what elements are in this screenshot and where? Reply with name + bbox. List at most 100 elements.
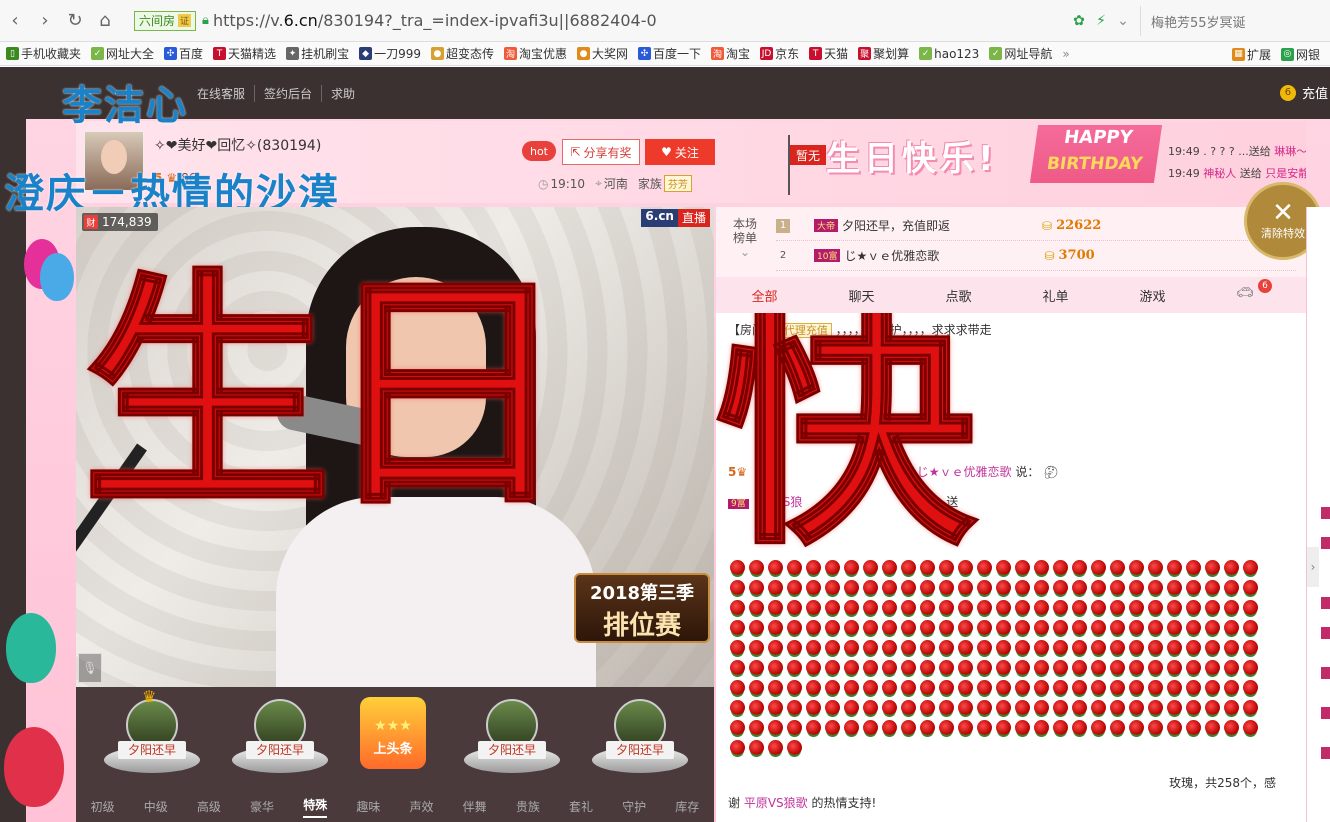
rose-icon bbox=[939, 680, 954, 695]
rose-icon bbox=[768, 680, 783, 695]
compat-icon[interactable]: ✿ bbox=[1068, 13, 1090, 29]
reload-icon[interactable]: ↻ bbox=[60, 6, 90, 36]
rose-icon bbox=[806, 660, 821, 675]
bookmark-item[interactable]: ✓ 网址大全 bbox=[91, 45, 154, 62]
rose-icon bbox=[863, 580, 878, 595]
bookmark-item[interactable]: 淘淘宝 bbox=[711, 45, 750, 62]
bookmark-item[interactable]: ✦ 挂机刷宝 bbox=[286, 45, 349, 62]
baidu-icon: ✣ bbox=[164, 47, 178, 60]
balloon-decoration bbox=[4, 727, 64, 807]
tab-song[interactable]: 点歌 bbox=[910, 286, 1007, 305]
bookmark-item[interactable]: ✓ hao123 bbox=[919, 47, 979, 61]
gift-seat[interactable]: 夕阳还早 bbox=[464, 699, 560, 779]
gift-tab[interactable]: 守护 bbox=[622, 798, 646, 815]
thanks-user[interactable]: 平原VS狼歌 bbox=[744, 796, 808, 810]
gift-tab[interactable]: 豪华 bbox=[250, 798, 274, 815]
bookmark-item[interactable]: ✣ 百度 bbox=[164, 45, 203, 62]
gift-tab[interactable]: 初级 bbox=[91, 798, 115, 815]
bookmark-item[interactable]: ● 超变态传 bbox=[430, 45, 494, 62]
site-identity-badge[interactable]: 六间房 证 bbox=[134, 10, 197, 31]
tab-game[interactable]: 游戏 bbox=[1104, 286, 1201, 305]
overlay-lyric-line1: 李洁心 bbox=[62, 83, 188, 129]
gift-tab[interactable]: 声效 bbox=[410, 798, 434, 815]
search-input[interactable]: 梅艳芳55岁冥诞 bbox=[1140, 6, 1330, 36]
tab-chat[interactable]: 聊天 bbox=[813, 286, 910, 305]
rose-icon bbox=[1129, 700, 1144, 715]
rose-icon bbox=[768, 740, 783, 755]
more-bookmarks-icon[interactable]: » bbox=[1062, 47, 1069, 61]
gift-seat[interactable]: 夕阳还早 bbox=[592, 699, 688, 779]
rose-icon bbox=[1110, 720, 1125, 735]
gift-tab[interactable]: 套礼 bbox=[569, 798, 593, 815]
gift-tab[interactable]: 趣味 bbox=[356, 798, 380, 815]
ranking-title[interactable]: 本场榜单 ⌄ bbox=[730, 217, 760, 259]
address-bar[interactable]: https://v.6.cn/830194?_tra_=index-ipvafi… bbox=[213, 11, 657, 30]
chat-area[interactable]: 【房间公 代理充值 ，，，，求守护，，，，求求求带走 5♛ 对 じ★ｖｅ优雅恋歌… bbox=[716, 313, 1306, 822]
rose-icon bbox=[787, 720, 802, 735]
bookmark-item[interactable]: ✓ 网址导航 bbox=[989, 45, 1052, 62]
rose-icon bbox=[1167, 640, 1182, 655]
rose-icon bbox=[1034, 660, 1049, 675]
bookmarks-bar: ▯ 手机收藏夹 ✓ 网址大全 ✣ 百度 T 天猫精选 ✦ 挂机刷宝 ◆ 一刀999 ● 超变态… bbox=[0, 42, 1330, 66]
gift-seat[interactable]: ♛ 夕阳还早 bbox=[104, 687, 200, 779]
rose-icon bbox=[1167, 560, 1182, 575]
home-icon[interactable]: ⌂ bbox=[90, 6, 120, 36]
bookmark-item[interactable]: ◆ 一刀999 bbox=[359, 45, 421, 62]
headline-button[interactable]: ★★★ 上头条 bbox=[360, 697, 426, 769]
tmall-icon: T bbox=[809, 47, 823, 60]
rank-row[interactable]: 2 10富 じ★ｖｅ优雅恋歌 ⛁ 3700 bbox=[776, 241, 1296, 271]
chevron-right-icon[interactable]: › bbox=[1307, 547, 1319, 587]
bookmark-item[interactable]: ● 大奖网 bbox=[577, 45, 628, 62]
rose-icon bbox=[1053, 620, 1068, 635]
rose-icon bbox=[1034, 640, 1049, 655]
gift-tab[interactable]: 伴舞 bbox=[463, 798, 487, 815]
birthday-banner-text: 生日快乐! bbox=[826, 139, 998, 179]
rose-icon bbox=[1072, 600, 1087, 615]
gift-seat[interactable]: 夕阳还早 bbox=[232, 699, 328, 779]
rose-icon bbox=[825, 660, 840, 675]
bookmark-item[interactable]: 淘淘宝优惠 bbox=[504, 45, 567, 62]
car-icon[interactable]: 🚗︎ 6 bbox=[1236, 279, 1272, 303]
rose-icon bbox=[1224, 580, 1239, 595]
chevron-down-icon[interactable]: ⌄ bbox=[1112, 13, 1134, 29]
gift-tab[interactable]: 中级 bbox=[144, 798, 168, 815]
bookmark-item[interactable]: ✣ 百度一下 bbox=[638, 45, 701, 62]
rose-icon bbox=[1034, 600, 1049, 615]
rose-icon bbox=[1224, 620, 1239, 635]
speed-mode-icon[interactable]: ⚡ bbox=[1090, 13, 1112, 29]
bookmark-item[interactable]: JD 京东 bbox=[760, 45, 799, 62]
top-link-service[interactable]: 在线客服 bbox=[188, 85, 254, 102]
bookmark-item[interactable]: T 天猫精选 bbox=[213, 45, 276, 62]
rose-icon bbox=[1091, 660, 1106, 675]
follow-button[interactable]: ♥ 关注 bbox=[645, 139, 715, 165]
live-video[interactable]: 财 174,839 6.cn 直播 生日 2018第三季 排位赛 🎙︎ bbox=[76, 207, 714, 687]
rank-row[interactable]: 1 大帝 夕阳还早，充值即返 ⛁ 22622 bbox=[776, 211, 1296, 241]
rose-icon bbox=[863, 680, 878, 695]
gift-tab-active[interactable]: 特殊 bbox=[303, 796, 328, 818]
share-button[interactable]: ⇱ 分享有奖 bbox=[562, 139, 640, 165]
forward-icon[interactable]: › bbox=[30, 6, 60, 36]
bookmark-item[interactable]: ▯ 手机收藏夹 bbox=[6, 45, 81, 62]
gift-tab[interactable]: 高级 bbox=[197, 798, 221, 815]
tab-all[interactable]: 全部 bbox=[716, 286, 813, 305]
bookmark-item[interactable]: 聚聚划算 bbox=[858, 45, 909, 62]
bookmark-item[interactable]: T 天猫 bbox=[809, 45, 848, 62]
stars-icon: ★★★ bbox=[374, 718, 412, 734]
rose-icon bbox=[977, 580, 992, 595]
family-tag[interactable]: 芬芳 bbox=[663, 175, 692, 192]
bank-menu[interactable]: ◎ 网银 bbox=[1280, 46, 1320, 63]
guardian-flag[interactable]: 暂无 bbox=[790, 145, 826, 165]
microphone-icon[interactable]: 🎙︎ bbox=[78, 653, 102, 683]
rose-icon bbox=[787, 740, 802, 755]
gift-tab[interactable]: 贵族 bbox=[516, 798, 540, 815]
top-link-help[interactable]: 求助 bbox=[321, 85, 364, 102]
rose-icon bbox=[958, 680, 973, 695]
back-icon[interactable]: ‹ bbox=[0, 6, 30, 36]
gift-tab[interactable]: 库存 bbox=[675, 798, 699, 815]
tab-gift-list[interactable]: 礼单 bbox=[1007, 286, 1104, 305]
top-link-sign[interactable]: 签约后台 bbox=[254, 85, 321, 102]
recharge-button[interactable]: 6 充值 bbox=[1279, 83, 1330, 102]
season-badge[interactable]: 2018第三季 排位赛 bbox=[574, 573, 710, 643]
extensions-menu[interactable]: ▦ 扩展 bbox=[1231, 46, 1271, 63]
rose-icon bbox=[844, 640, 859, 655]
